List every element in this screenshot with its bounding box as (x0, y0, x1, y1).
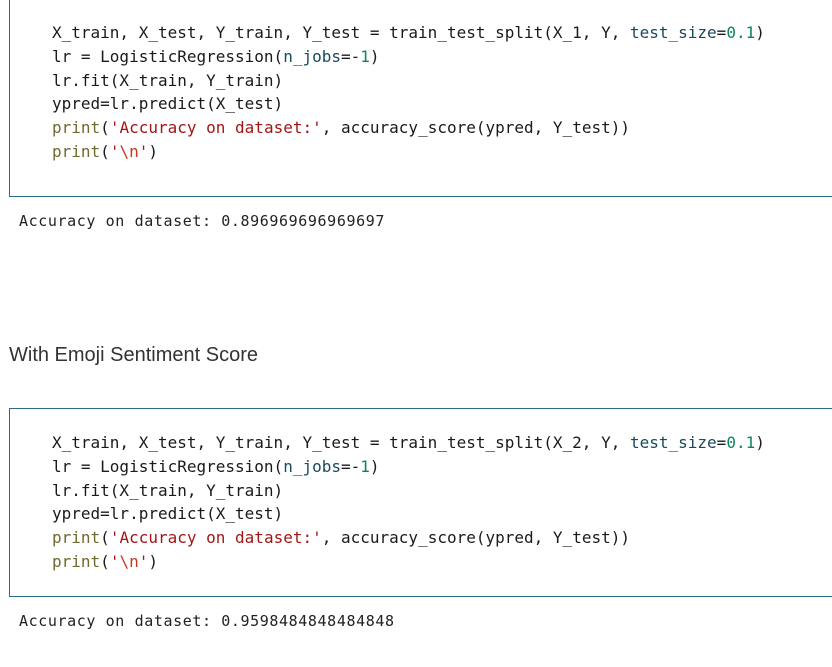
code-text: lr.fit(X_train, Y_train) (52, 70, 284, 90)
code-text: lr = LogisticRegression( (52, 456, 284, 476)
code-text: lr = LogisticRegression( (52, 46, 284, 66)
code-text: ( (100, 551, 110, 571)
escape-sequence: \n (119, 551, 139, 571)
string-literal: 'Accuracy on dataset:' (109, 528, 322, 548)
builtin-function: print (52, 528, 101, 548)
code-editor-2[interactable]: X_train, X_test, Y_train, Y_test = train… (52, 431, 765, 574)
cell-output-1: Accuracy on dataset: 0.896969696969697 (19, 212, 385, 230)
builtin-function: print (52, 141, 101, 161)
code-cell-2[interactable]: X_train, X_test, Y_train, Y_test = train… (9, 408, 832, 597)
code-text: X_train, X_test, Y_train, Y_test = train… (52, 433, 630, 452)
code-text: ) (369, 46, 380, 66)
code-text: = (716, 433, 727, 452)
code-line: print('\n') (52, 140, 765, 164)
markdown-heading: With Emoji Sentiment Score (9, 344, 258, 366)
code-text: ypred=lr.predict(X_test) (52, 94, 284, 114)
string-literal: ' (109, 551, 120, 571)
string-literal: ' (109, 141, 120, 161)
code-text: ) (148, 141, 158, 161)
code-text: ypred=lr.predict(X_test) (52, 504, 284, 524)
builtin-function: print (52, 551, 101, 571)
code-text: ) (755, 23, 765, 42)
number-literal: 0.1 (726, 23, 756, 42)
code-line: lr = LogisticRegression(n_jobs=-1) (52, 455, 765, 479)
code-text: , accuracy_score(ypred, Y_test)) (321, 528, 630, 548)
number-literal: 0.1 (726, 433, 756, 452)
code-text: ) (369, 456, 380, 476)
code-line: X_train, X_test, Y_train, Y_test = train… (52, 431, 765, 455)
cell-output-2: Accuracy on dataset: 0.9598484848484848 (19, 612, 395, 630)
code-line: lr = LogisticRegression(n_jobs=-1) (52, 45, 765, 69)
string-literal: ' (138, 551, 149, 571)
code-text: lr.fit(X_train, Y_train) (52, 480, 284, 500)
code-line: ypred=lr.predict(X_test) (52, 502, 765, 526)
code-line: print('Accuracy on dataset:', accuracy_s… (52, 116, 765, 140)
code-text: X_train, X_test, Y_train, Y_test = train… (52, 23, 630, 42)
builtin-function: print (52, 118, 101, 138)
code-cell-1[interactable]: X_train, X_test, Y_train, Y_test = train… (9, 0, 832, 197)
string-literal: ' (138, 141, 149, 161)
code-line: lr.fit(X_train, Y_train) (52, 69, 765, 93)
code-text: =- (340, 456, 361, 476)
code-line: X_train, X_test, Y_train, Y_test = train… (52, 21, 765, 45)
code-line: ypred=lr.predict(X_test) (52, 92, 765, 116)
code-text: ( (100, 118, 110, 138)
code-line: print('\n') (52, 550, 765, 574)
code-text: ( (100, 141, 110, 161)
number-literal: 1 (360, 456, 370, 476)
code-line: print('Accuracy on dataset:', accuracy_s… (52, 526, 765, 550)
code-text: , accuracy_score(ypred, Y_test)) (321, 118, 630, 138)
keyword-arg: test_size (629, 23, 717, 42)
keyword-arg: n_jobs (283, 456, 341, 476)
code-text: ) (755, 433, 765, 452)
string-literal: 'Accuracy on dataset:' (109, 118, 322, 138)
code-text: ( (100, 528, 110, 548)
keyword-arg: n_jobs (283, 46, 341, 66)
code-text: =- (340, 46, 361, 66)
number-literal: 1 (360, 46, 370, 66)
code-line: lr.fit(X_train, Y_train) (52, 479, 765, 503)
code-text: = (716, 23, 727, 42)
code-text: ) (148, 551, 158, 571)
escape-sequence: \n (119, 141, 139, 161)
keyword-arg: test_size (629, 433, 717, 452)
code-editor-1[interactable]: X_train, X_test, Y_train, Y_test = train… (52, 21, 765, 164)
